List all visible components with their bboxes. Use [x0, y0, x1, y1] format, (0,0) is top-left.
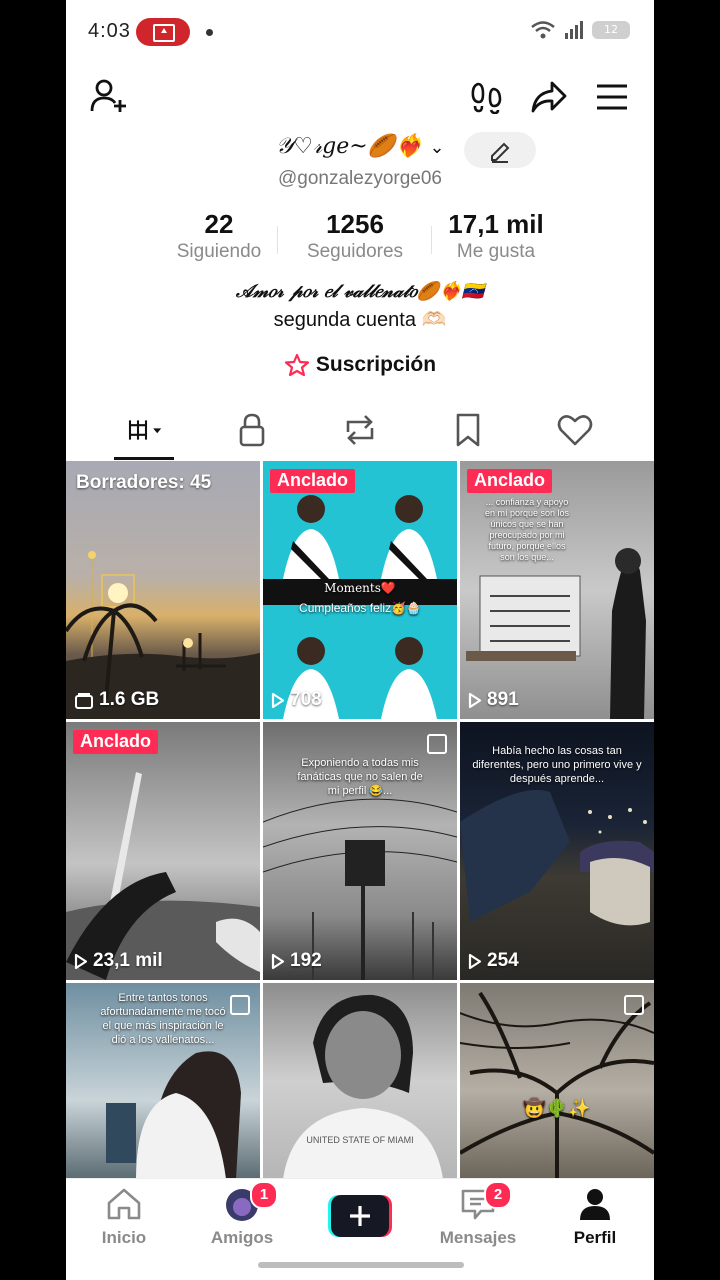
share-icon[interactable]: [530, 80, 568, 114]
repost-icon[interactable]: [340, 410, 380, 450]
pinned-badge: Anclado: [270, 469, 356, 493]
nav-inbox-label: Mensajes: [439, 1228, 517, 1247]
home-indicator: [258, 1262, 464, 1268]
pencil-icon: [491, 142, 510, 163]
video-caption: Había hecho las cosas tan diferentes, pe…: [472, 745, 642, 785]
video-thumbnail: [283, 994, 443, 1179]
profile-icon: [580, 1189, 610, 1220]
video-caption: Moments❤️: [324, 581, 396, 595]
profile-stats: 22 Siguiendo 1256 Seguidores 17,1 mil Me…: [66, 208, 654, 264]
create-post-button[interactable]: [328, 1195, 392, 1237]
nav-inbox[interactable]: Mensajes 2: [428, 1181, 528, 1248]
subscription-label: Suscripción: [315, 353, 437, 376]
video-thumbnail: [66, 772, 260, 980]
add-friend-icon[interactable]: [90, 78, 130, 116]
video-caption: 🤠🌵✨: [523, 1098, 591, 1118]
play-icon: [271, 953, 285, 969]
multi-photo-icon: [427, 734, 447, 754]
video-tile[interactable]: Anclado 23,1 mil: [66, 722, 260, 980]
menu-icon[interactable]: [596, 84, 628, 110]
inbox-badge: 2: [484, 1181, 512, 1209]
heart-icon[interactable]: [555, 410, 595, 450]
status-bar: 4:03 12: [66, 12, 654, 56]
view-count: 23,1 mil: [74, 950, 163, 972]
nav-friends[interactable]: Amigos 1: [192, 1181, 292, 1248]
videos-grid-icon[interactable]: [126, 410, 166, 450]
video-caption: Exponiendo a todas mis fanáticas que no …: [297, 757, 423, 797]
view-count: 192: [271, 950, 322, 972]
home-icon: [107, 1188, 141, 1220]
nav-friends-label: Amigos: [210, 1228, 274, 1247]
profile-screen: 4:03 12 𝒴♡𝓇ge~🏉❤️‍🔥 ⌄ @gonzale: [66, 0, 654, 1280]
likes-count: 17,1 mil: [448, 209, 544, 239]
video-tile[interactable]: Exponiendo a todas mis fanáticas que no …: [263, 722, 457, 980]
video-tile[interactable]: Anclado ... confianza y apoyo en mí porq…: [460, 461, 654, 719]
sunset-scene: [66, 551, 260, 719]
play-icon: [271, 692, 285, 708]
lock-icon[interactable]: [232, 410, 272, 450]
play-icon: [468, 953, 482, 969]
nav-profile[interactable]: Perfil: [545, 1187, 645, 1248]
drafts-size: 1.6 GB: [74, 689, 159, 711]
video-tile[interactable]: 🤠🌵✨: [460, 983, 654, 1179]
active-tab-indicator: [114, 457, 174, 460]
edit-name-button[interactable]: [464, 132, 536, 168]
view-count: 708: [271, 689, 322, 711]
battery-icon: 12: [592, 21, 630, 39]
profile-tabs: [66, 402, 654, 460]
followers-count: 1256: [326, 209, 384, 239]
screen-record-icon[interactable]: [136, 18, 190, 46]
view-count: 891: [468, 689, 519, 711]
star-icon: [284, 353, 309, 377]
video-tile[interactable]: UNITED STATE OF MIAMI: [263, 983, 457, 1179]
pinned-badge: Anclado: [73, 730, 159, 754]
video-tile[interactable]: Entre tantos tonos afortunadamente me to…: [66, 983, 260, 1179]
chevron-down-icon[interactable]: ⌄: [429, 137, 444, 158]
video-caption: Entre tantos tonos afortunadamente me to…: [100, 992, 226, 1046]
multi-photo-icon: [624, 995, 644, 1015]
status-icons: 12: [530, 20, 630, 40]
video-grid: Borradores: 45 1.6 GB Anclado Moments❤️ …: [66, 461, 654, 1179]
likes-label: Me gusta: [456, 241, 536, 262]
pinned-badge: Anclado: [467, 469, 553, 493]
nav-profile-label: Perfil: [573, 1228, 617, 1247]
subscription-button[interactable]: Suscripción: [66, 353, 654, 377]
drafts-label: Borradores: 45: [76, 472, 212, 493]
nav-home[interactable]: Inicio: [74, 1187, 174, 1248]
notification-dot: [206, 29, 213, 36]
bio-line-1: 𝒜𝓂𝑜𝓇 𝓅𝑜𝓇 𝑒𝓁 𝓋𝒶𝓁𝓁𝑒𝓃𝒶𝓉𝑜🏉❤️‍🔥🇻🇪: [235, 281, 485, 302]
followers-label: Seguidores: [306, 241, 404, 262]
status-time: 4:03: [88, 20, 131, 42]
video-tile[interactable]: Anclado Moments❤️ Cumpleaños feliz🥳🧁 708: [263, 461, 457, 719]
folder-icon: [75, 693, 93, 709]
display-name[interactable]: 𝒴♡𝓇ge~🏉❤️‍🔥 ⌄: [276, 134, 445, 159]
video-tile[interactable]: Había hecho las cosas tan diferentes, pe…: [460, 722, 654, 980]
drafts-tile[interactable]: Borradores: 45 1.6 GB: [66, 461, 260, 719]
video-caption: Cumpleaños feliz🥳🧁: [299, 601, 421, 615]
bookmark-icon[interactable]: [448, 410, 488, 450]
video-caption: ... confianza y apoyo en mí porque son l…: [484, 497, 570, 562]
following-stat[interactable]: 22 Siguiendo: [160, 208, 278, 264]
nav-home-label: Inicio: [101, 1228, 147, 1247]
footprints-icon[interactable]: [470, 80, 504, 114]
signal-icon: [565, 21, 583, 39]
wifi-icon: [531, 21, 555, 39]
likes-stat[interactable]: 17,1 mil Me gusta: [431, 208, 560, 264]
following-label: Siguiendo: [176, 241, 262, 262]
username: @gonzalezyorge06: [277, 168, 442, 189]
bio-line-2: segunda cuenta 🫶🏻: [273, 309, 447, 331]
following-count: 22: [204, 209, 234, 239]
shirt-text: UNITED STATE OF MIAMI: [306, 1135, 414, 1145]
view-count: 254: [468, 950, 519, 972]
multi-photo-icon: [230, 995, 250, 1015]
friends-badge: 1: [250, 1181, 278, 1209]
play-icon: [468, 692, 482, 708]
followers-stat[interactable]: 1256 Seguidores: [277, 208, 432, 264]
play-icon: [74, 953, 88, 969]
